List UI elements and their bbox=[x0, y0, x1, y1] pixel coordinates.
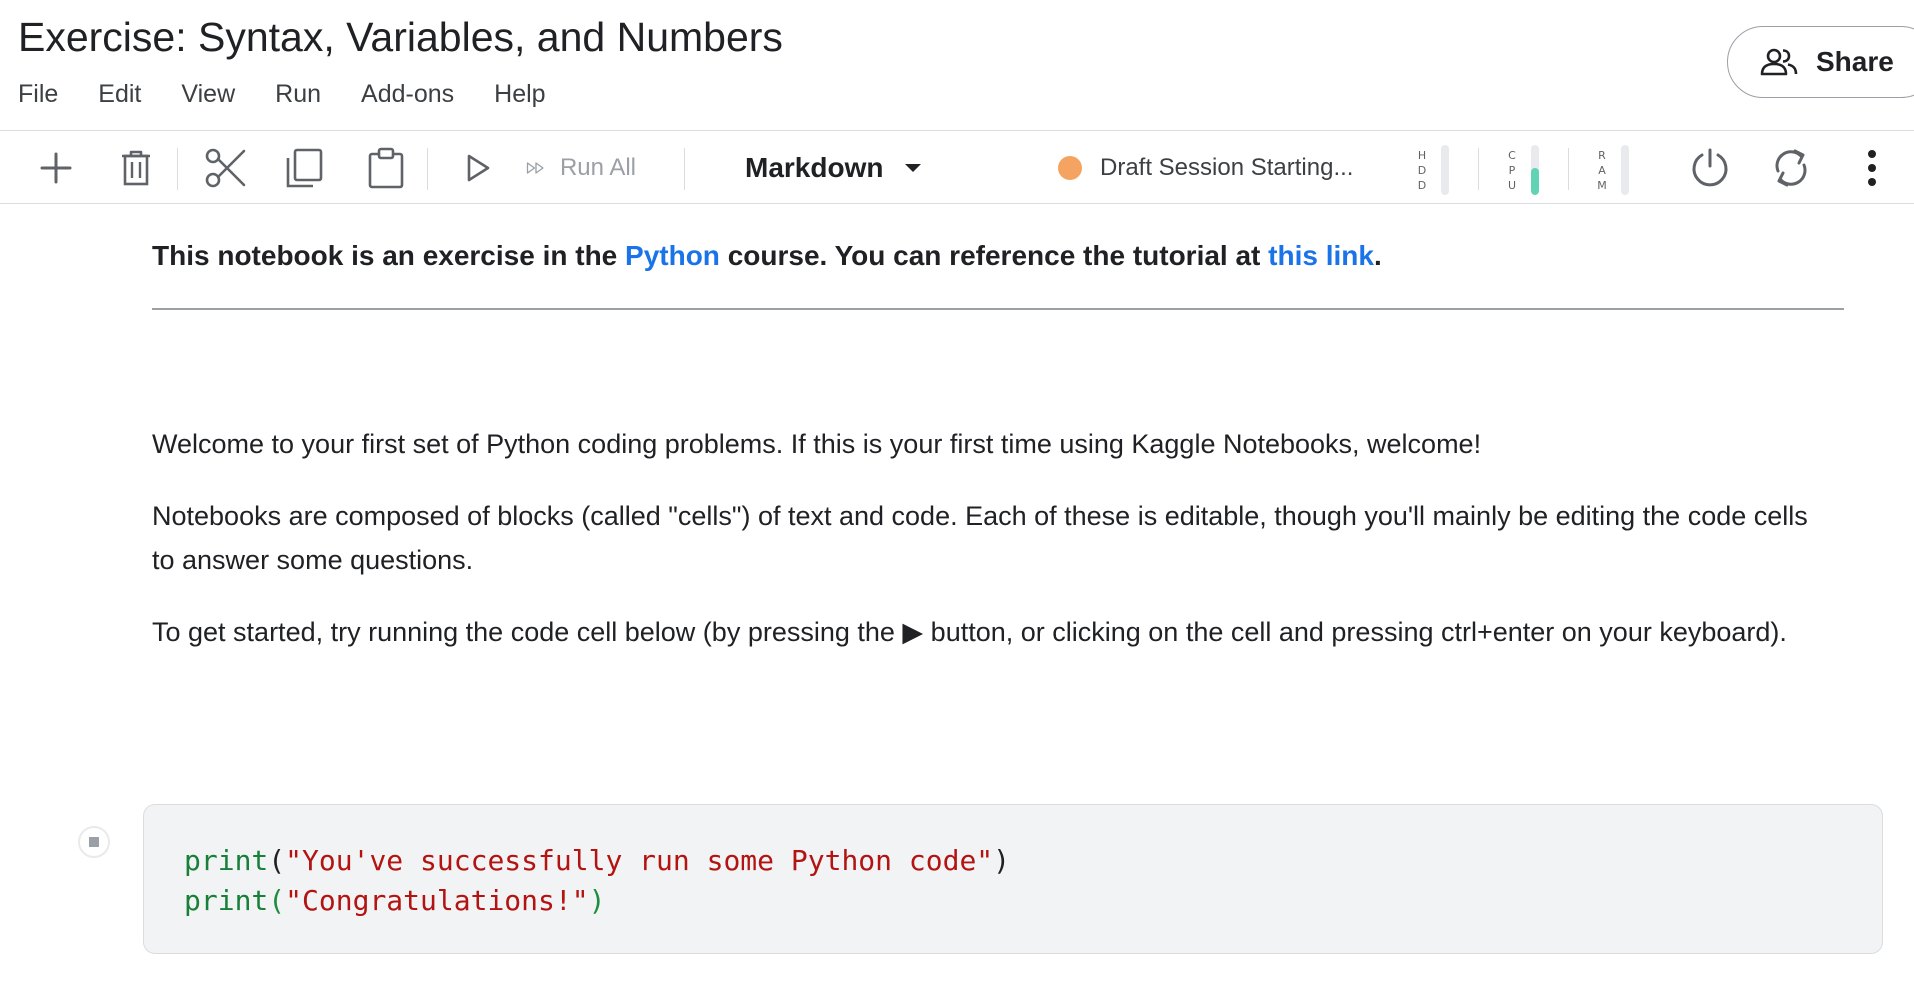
ram-meter[interactable]: R A M bbox=[1595, 145, 1629, 195]
power-icon bbox=[1692, 148, 1728, 187]
menu-edit[interactable]: Edit bbox=[98, 80, 141, 109]
notebook-title[interactable]: Exercise: Syntax, Variables, and Numbers bbox=[18, 14, 783, 61]
menu-file[interactable]: File bbox=[18, 80, 58, 109]
course-intro: This notebook is an exercise in the Pyth… bbox=[152, 240, 1382, 272]
toolbar-separator bbox=[684, 148, 685, 190]
ram-meter-label: R A M bbox=[1595, 148, 1609, 193]
notebook-toolbar: Run All Markdown Draft Session Starting.… bbox=[0, 132, 1914, 204]
meter-char: D bbox=[1417, 178, 1427, 192]
code-paren: ( bbox=[268, 844, 286, 877]
horizontal-rule bbox=[152, 308, 1844, 310]
stop-icon bbox=[89, 837, 99, 847]
toolbar-separator bbox=[427, 148, 428, 190]
share-label: Share bbox=[1816, 46, 1894, 77]
session-status[interactable]: Draft Session Starting... bbox=[1058, 132, 1353, 204]
cpu-meter-fill bbox=[1531, 167, 1539, 195]
cell-type-label: Markdown bbox=[745, 152, 884, 183]
more-options-button[interactable] bbox=[1860, 132, 1884, 204]
hdd-meter-label: H D D bbox=[1415, 148, 1429, 193]
delete-cell-button[interactable] bbox=[116, 132, 156, 204]
toolbar-separator bbox=[177, 148, 178, 190]
session-status-dot bbox=[1058, 156, 1082, 180]
scissors-icon bbox=[205, 148, 246, 188]
meter-char: M bbox=[1597, 178, 1607, 192]
refresh-icon bbox=[1775, 149, 1807, 187]
toolbar-separator bbox=[1568, 148, 1569, 190]
cpu-meter[interactable]: C P U bbox=[1505, 145, 1539, 195]
run-cell-button[interactable] bbox=[462, 132, 494, 204]
play-icon bbox=[467, 154, 490, 182]
restart-session-button[interactable] bbox=[1769, 132, 1813, 204]
code-function: print bbox=[184, 884, 269, 917]
meter-char: C bbox=[1508, 148, 1516, 162]
paste-cell-button[interactable] bbox=[366, 132, 406, 204]
plus-icon bbox=[40, 152, 72, 184]
welcome-paragraph: Welcome to your first set of Python codi… bbox=[152, 429, 1482, 459]
code-cell[interactable]: print("You've successfully run some Pyth… bbox=[143, 804, 1883, 954]
cpu-meter-bar bbox=[1531, 145, 1539, 195]
people-icon bbox=[1760, 48, 1798, 76]
meter-char: U bbox=[1507, 178, 1517, 192]
fast-forward-icon bbox=[526, 162, 544, 174]
cells-paragraph: Notebooks are composed of blocks (called… bbox=[152, 501, 1808, 575]
meter-char: D bbox=[1417, 163, 1427, 177]
cpu-meter-label: C P U bbox=[1505, 148, 1519, 193]
cell-run-indicator[interactable] bbox=[78, 826, 110, 858]
meter-char: H bbox=[1417, 148, 1427, 162]
menu-help[interactable]: Help bbox=[494, 80, 545, 109]
trash-icon bbox=[122, 150, 150, 186]
meter-char: A bbox=[1598, 163, 1606, 177]
tutorial-link[interactable]: this link bbox=[1268, 240, 1374, 271]
code-function: print bbox=[184, 844, 269, 877]
cut-cell-button[interactable] bbox=[203, 132, 247, 204]
cell-type-dropdown[interactable]: Markdown bbox=[745, 132, 922, 204]
intro-text: . bbox=[1373, 240, 1382, 271]
paste-icon bbox=[368, 147, 404, 189]
code-editor[interactable]: print("You've successfully run some Pyth… bbox=[184, 841, 1010, 921]
run-all-label: Run All bbox=[559, 154, 636, 181]
code-line: print("Congratulations!") bbox=[184, 881, 1010, 921]
code-paren: ) bbox=[588, 884, 606, 917]
menu-add-ons[interactable]: Add-ons bbox=[361, 80, 454, 109]
copy-icon bbox=[286, 148, 323, 188]
python-course-link[interactable]: Python bbox=[625, 240, 720, 271]
intro-text: course. You can reference the tutorial a… bbox=[719, 240, 1269, 271]
code-string: "You've successfully run some Python cod… bbox=[285, 844, 994, 877]
get-started-paragraph: To get started, try running the code cel… bbox=[152, 617, 1787, 647]
caret-down-icon bbox=[905, 164, 922, 172]
copy-cell-button[interactable] bbox=[284, 132, 324, 204]
meter-char: R bbox=[1598, 148, 1606, 162]
intro-text: This notebook is an exercise in the bbox=[152, 240, 626, 271]
menu-view[interactable]: View bbox=[181, 80, 235, 109]
code-line: print("You've successfully run some Pyth… bbox=[184, 841, 1010, 881]
hdd-meter-bar bbox=[1441, 145, 1449, 195]
menu-run[interactable]: Run bbox=[275, 80, 321, 109]
ram-meter-bar bbox=[1621, 145, 1629, 195]
code-paren: ( bbox=[268, 884, 286, 917]
toolbar-separator bbox=[1478, 148, 1479, 190]
meter-char: P bbox=[1508, 163, 1516, 177]
menu-bar: File Edit View Run Add-ons Help bbox=[18, 80, 586, 109]
notebook-header: Exercise: Syntax, Variables, and Numbers… bbox=[0, 0, 1914, 131]
hdd-meter[interactable]: H D D bbox=[1415, 145, 1449, 195]
session-status-label: Draft Session Starting... bbox=[1100, 154, 1354, 181]
share-button[interactable]: Share bbox=[1727, 26, 1914, 98]
code-paren: ) bbox=[993, 844, 1011, 877]
more-vertical-icon bbox=[1868, 150, 1876, 186]
code-string: "Congratulations!" bbox=[285, 884, 589, 917]
add-cell-button[interactable] bbox=[36, 132, 76, 204]
run-all-button[interactable]: Run All bbox=[526, 132, 636, 204]
stop-session-button[interactable] bbox=[1688, 132, 1732, 204]
